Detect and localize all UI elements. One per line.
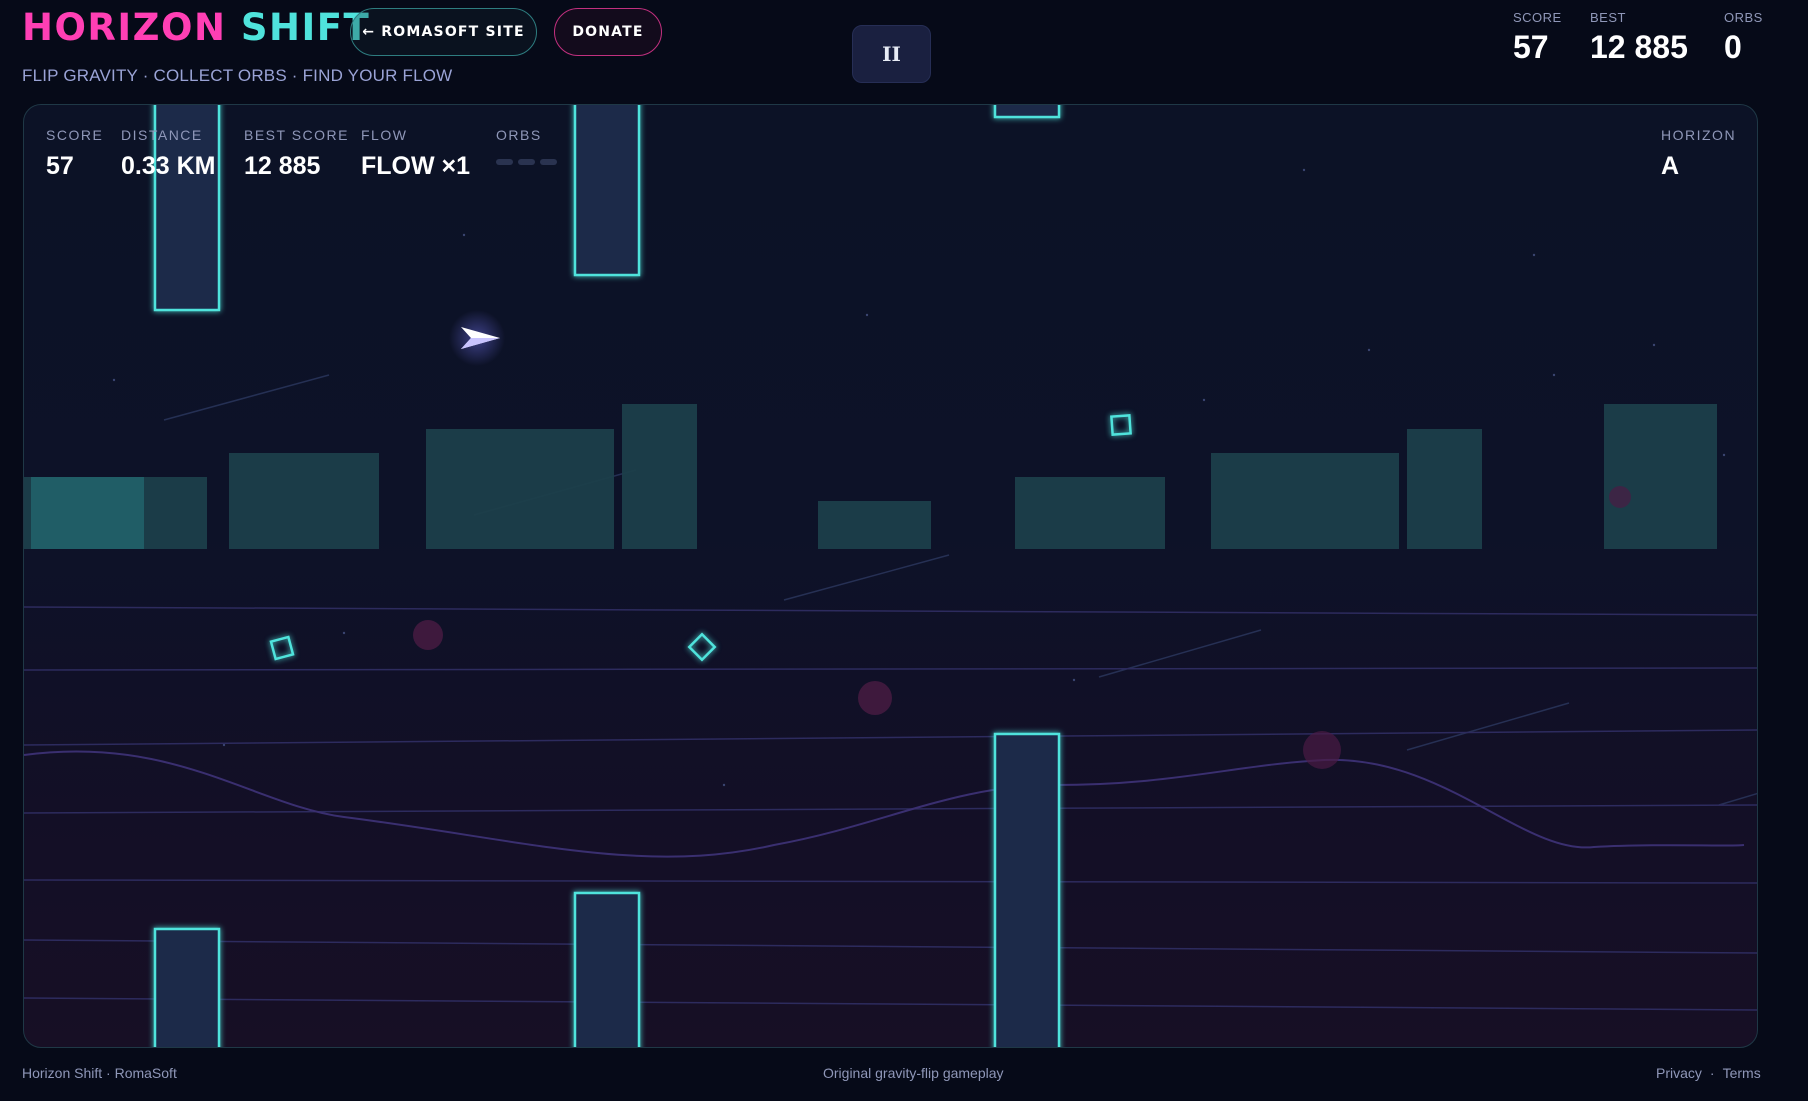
game-logo: HORIZON SHIFT	[22, 6, 370, 50]
pause-button[interactable]: II	[852, 25, 931, 83]
top-score-label: SCORE	[1513, 10, 1562, 25]
pillar-top-2	[573, 105, 641, 277]
terms-link[interactable]: Terms	[1723, 1065, 1761, 1081]
tagline: FLIP GRAVITY · COLLECT ORBS · FIND YOUR …	[22, 66, 453, 85]
logo-word-horizon: HORIZON	[22, 6, 227, 49]
hud-orbs-label: ORBS	[496, 127, 542, 143]
pillars	[153, 105, 1061, 1047]
hud-horizon: HORIZON A	[1661, 127, 1736, 181]
paper-plane-ship-icon	[449, 310, 505, 366]
game-canvas[interactable]: SCORE 57 DISTANCE 0.33 KM BEST SCORE 12 …	[23, 104, 1758, 1048]
pillar-bottom-2	[573, 891, 641, 1047]
top-best-label: BEST	[1590, 10, 1626, 25]
privacy-link[interactable]: Privacy	[1656, 1065, 1702, 1081]
pillar-bottom-3	[993, 732, 1061, 1047]
game-scene	[24, 105, 1757, 1047]
hud-orbs: ORBS	[496, 127, 557, 165]
pause-icon: II	[882, 42, 901, 66]
hud-horizon-value: A	[1661, 152, 1680, 180]
hud-best-label: BEST SCORE	[244, 127, 349, 143]
footer-tagline: Original gravity-flip gameplay	[823, 1065, 1004, 1081]
hud-best-value: 12 885	[244, 152, 321, 180]
orb-slot	[518, 159, 535, 165]
footer-links: Privacy · Terms	[1656, 1065, 1761, 1081]
hud-score-label: SCORE	[46, 127, 104, 143]
diamond-orb-icon	[1110, 414, 1132, 436]
top-best-value: 12 885	[1590, 29, 1688, 65]
hud-score-value: 57	[46, 152, 74, 180]
diamond-orb-icon	[687, 632, 717, 662]
top-orbs-label: ORBS	[1724, 10, 1763, 25]
horizon-highlight-block	[31, 477, 144, 549]
hud-flow-value: FLOW ×1	[361, 152, 471, 180]
speed-streaks	[163, 374, 1757, 806]
hud-best-score: BEST SCORE 12 885	[244, 127, 349, 181]
donate-button[interactable]: DONATE	[554, 8, 662, 56]
hud-distance-value: 0.33 KM	[121, 152, 216, 180]
hud-flow: FLOW FLOW ×1	[361, 127, 470, 181]
hud-horizon-label: HORIZON	[1661, 127, 1737, 143]
hud-distance-label: DISTANCE	[121, 127, 203, 143]
top-orbs-value: 0	[1724, 29, 1742, 65]
orb-slot	[540, 159, 557, 165]
orb-slot	[496, 159, 513, 165]
orbs	[269, 414, 1132, 662]
horizon-skyline	[24, 404, 1717, 549]
pillar-top-3	[993, 105, 1061, 119]
romasoft-site-button[interactable]: ← ROMASOFT SITE	[350, 8, 537, 56]
top-score-value: 57	[1513, 29, 1549, 65]
top-orbs: ORBS 0	[1724, 10, 1763, 66]
floor-grid	[24, 606, 1757, 1011]
footer-separator: ·	[1709, 1065, 1715, 1081]
page: HORIZON SHIFT FLIP GRAVITY · COLLECT ORB…	[0, 0, 1808, 1101]
orb-progress-indicator	[496, 159, 557, 165]
footer-credit: Horizon Shift · RomaSoft	[22, 1065, 177, 1081]
top-best: BEST 12 885	[1590, 10, 1688, 66]
hud-score: SCORE 57	[46, 127, 103, 181]
hud-distance: DISTANCE 0.33 KM	[121, 127, 215, 181]
top-score: SCORE 57	[1513, 10, 1562, 66]
pillar-bottom-1	[153, 927, 221, 1047]
hud-flow-label: FLOW	[361, 127, 408, 143]
diamond-orb-icon	[269, 635, 295, 661]
